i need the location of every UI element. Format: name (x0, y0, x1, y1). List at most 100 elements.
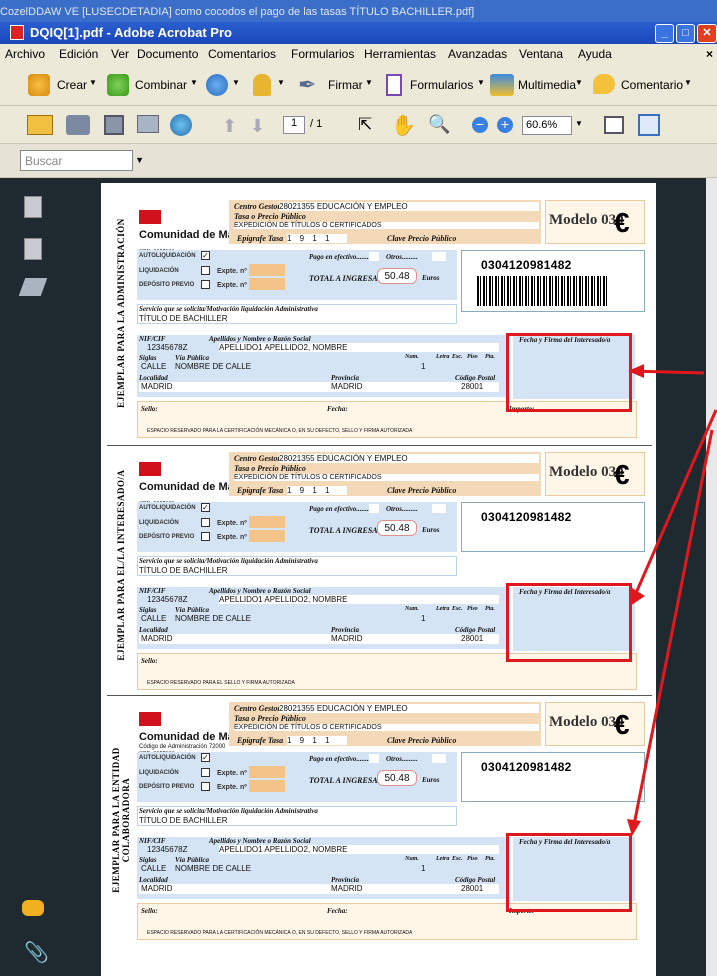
maximize-button[interactable]: □ (676, 24, 695, 43)
fit-page-icon[interactable] (638, 114, 660, 136)
pago-efectivo-box[interactable] (369, 754, 379, 763)
search-input[interactable]: Buscar ▼ (20, 150, 144, 171)
select-cursor-icon[interactable]: ⇱ (358, 115, 372, 135)
deposito-checkbox[interactable] (201, 280, 210, 289)
siglas-label: Siglas (139, 354, 157, 362)
menu-ver[interactable]: Ver (111, 47, 129, 61)
reservado-note: ESPACIO RESERVADO PARA EL SELLO Y FIRMA … (147, 680, 295, 686)
liquidacion-checkbox[interactable] (201, 266, 210, 275)
signatures-icon[interactable] (18, 278, 48, 296)
zoom-marquee-icon[interactable]: 🔍 (428, 114, 450, 135)
expte-field[interactable] (249, 766, 285, 778)
chevron-down-icon[interactable]: ▼ (365, 78, 373, 87)
euros-label: Euros (422, 274, 440, 282)
chevron-down-icon[interactable]: ▼ (190, 78, 198, 87)
euro-symbol: € (614, 207, 630, 238)
autoliquidacion-checkbox[interactable]: ✓ (201, 251, 210, 260)
collaborate-icon[interactable] (206, 74, 228, 96)
menu-documento[interactable]: Documento (137, 47, 198, 61)
print-icon[interactable] (66, 115, 90, 135)
siglas-label: Siglas (139, 856, 157, 864)
menu-avanzadas[interactable]: Avanzadas (448, 47, 507, 61)
bookmarks-icon[interactable] (24, 238, 42, 260)
chevron-down-icon[interactable]: ▼ (277, 78, 285, 87)
centro-gestor-label: Centro Gestor (234, 704, 281, 713)
otros-box[interactable] (432, 504, 446, 513)
web-globe-icon[interactable] (170, 114, 192, 136)
chevron-down-icon[interactable]: ▼ (575, 78, 583, 87)
expte-field[interactable] (249, 278, 285, 290)
epigrafe-value: 1 9 1 1 (287, 486, 347, 495)
cp-value: 28001 (461, 382, 484, 391)
expte-field[interactable] (249, 780, 285, 792)
previous-page-icon[interactable]: ⬆ (222, 116, 237, 137)
lock-icon[interactable] (253, 74, 271, 96)
page-number-input[interactable]: 1 (283, 116, 305, 134)
zoom-out-icon[interactable]: − (472, 117, 488, 133)
menu-close-icon[interactable]: × (706, 47, 713, 61)
menu-ayuda[interactable]: Ayuda (578, 47, 612, 61)
chevron-down-icon[interactable]: ▼ (477, 78, 485, 87)
pago-efectivo-box[interactable] (369, 252, 379, 261)
centro-gestor-label: Centro Gestor (234, 202, 281, 211)
open-folder-icon[interactable] (27, 115, 53, 135)
autoliquidacion-checkbox[interactable]: ✓ (201, 753, 210, 762)
scrollbar[interactable] (706, 178, 717, 976)
hand-tool-icon[interactable]: ✋ (391, 113, 416, 138)
attachments-paperclip-icon[interactable]: 📎 (24, 940, 49, 965)
menu-edicion[interactable]: Edición (59, 47, 98, 61)
toolbar-tasks: Crear ▼ Combinar ▼ ▼ ▼ ✒ Firmar ▼ Formul… (0, 64, 717, 106)
combinar-button[interactable]: Combinar (135, 78, 187, 92)
nif-label: NIF/CIF (139, 837, 166, 845)
expte-field[interactable] (249, 516, 285, 528)
pago-efectivo-box[interactable] (369, 504, 379, 513)
autoliquidacion-label: AUTOLIQUIDACIÓN (139, 505, 196, 511)
zoom-input[interactable]: 60.6% (522, 116, 572, 135)
expte-field[interactable] (249, 264, 285, 276)
comments-icon[interactable] (22, 900, 44, 916)
servicio-label: Servicio que se solicita/Motivación liqu… (139, 557, 318, 565)
menu-comentarios[interactable]: Comentarios (208, 47, 276, 61)
nif-label: NIF/CIF (139, 335, 166, 343)
pages-icon[interactable] (24, 196, 42, 218)
firmar-button[interactable]: Firmar (328, 78, 363, 92)
apellidos-label: Apellidos y Nombre o Razón Social (209, 587, 311, 595)
expte-field[interactable] (249, 530, 285, 542)
otros-box[interactable] (432, 754, 446, 763)
chevron-down-icon[interactable]: ▼ (89, 78, 97, 87)
cp-value: 28001 (461, 634, 484, 643)
num-label: Num. (405, 606, 419, 612)
liquidacion-checkbox[interactable] (201, 518, 210, 527)
menu-formularios[interactable]: Formularios (291, 47, 354, 61)
email-icon[interactable] (137, 115, 159, 133)
minimize-button[interactable]: _ (655, 24, 674, 43)
next-page-icon[interactable]: ⬇ (250, 116, 265, 137)
menu-archivo[interactable]: Archivo (5, 47, 45, 61)
zoom-in-icon[interactable]: + (497, 117, 513, 133)
fit-width-icon[interactable] (604, 116, 624, 134)
close-button[interactable]: ✕ (697, 24, 717, 43)
liquidacion-checkbox[interactable] (201, 768, 210, 777)
chevron-down-icon[interactable]: ▼ (684, 78, 692, 87)
multimedia-button[interactable]: Multimedia (518, 78, 576, 92)
apellidos-value: APELLIDO1 APELLIDO2, NOMBRE (219, 343, 499, 352)
autoliquidacion-checkbox[interactable]: ✓ (201, 503, 210, 512)
menu-herramientas[interactable]: Herramientas (364, 47, 436, 61)
deposito-checkbox[interactable] (201, 782, 210, 791)
comentario-button[interactable]: Comentario (621, 78, 683, 92)
chevron-down-icon[interactable]: ▼ (135, 155, 144, 165)
formularios-button[interactable]: Formularios (410, 78, 473, 92)
reference-number: 0304120981482 (481, 258, 572, 272)
total-label: TOTAL A INGRESAR (309, 274, 383, 283)
autoliquidacion-label: AUTOLIQUIDACIÓN (139, 253, 196, 259)
chevron-down-icon[interactable]: ▼ (575, 119, 583, 128)
chevron-down-icon[interactable]: ▼ (232, 78, 240, 87)
combine-files-icon (107, 74, 129, 96)
barcode (477, 276, 607, 306)
otros-box[interactable] (432, 252, 446, 261)
save-icon[interactable] (104, 115, 124, 135)
crear-button[interactable]: Crear (57, 78, 87, 92)
letra-label: Letra (436, 606, 450, 612)
menu-ventana[interactable]: Ventana (519, 47, 563, 61)
deposito-checkbox[interactable] (201, 532, 210, 541)
